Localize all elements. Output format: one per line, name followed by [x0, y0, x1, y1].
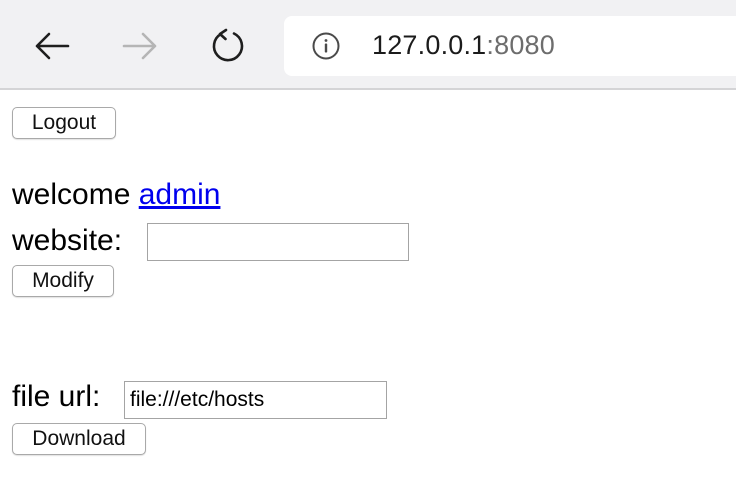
forward-button[interactable]	[116, 22, 164, 70]
url-port: :8080	[486, 30, 555, 60]
back-button[interactable]	[28, 22, 76, 70]
admin-user-link[interactable]: admin	[139, 178, 221, 211]
arrow-left-icon	[35, 32, 70, 60]
arrow-right-icon	[122, 32, 157, 60]
url-host: 127.0.0.1	[372, 30, 487, 60]
modify-button[interactable]: Modify	[12, 265, 114, 297]
website-input[interactable]	[147, 223, 409, 261]
browser-toolbar: 127.0.0.1:8080	[0, 0, 736, 90]
info-icon[interactable]	[312, 32, 340, 60]
reload-button[interactable]	[204, 22, 252, 70]
page-content: Logout welcome admin website: Modify fil…	[0, 90, 736, 484]
download-button[interactable]: Download	[12, 423, 146, 455]
logout-button[interactable]: Logout	[12, 107, 116, 139]
reload-icon	[212, 28, 244, 62]
file-url-label: file url:	[12, 380, 101, 413]
welcome-text: welcome	[12, 178, 139, 211]
website-label: website:	[12, 224, 123, 257]
welcome-line: welcome admin	[12, 178, 220, 212]
file-url-input[interactable]: file:///etc/hosts	[124, 381, 387, 419]
url-text[interactable]: 127.0.0.1:8080	[372, 30, 555, 61]
address-bar[interactable]: 127.0.0.1:8080	[284, 16, 736, 76]
